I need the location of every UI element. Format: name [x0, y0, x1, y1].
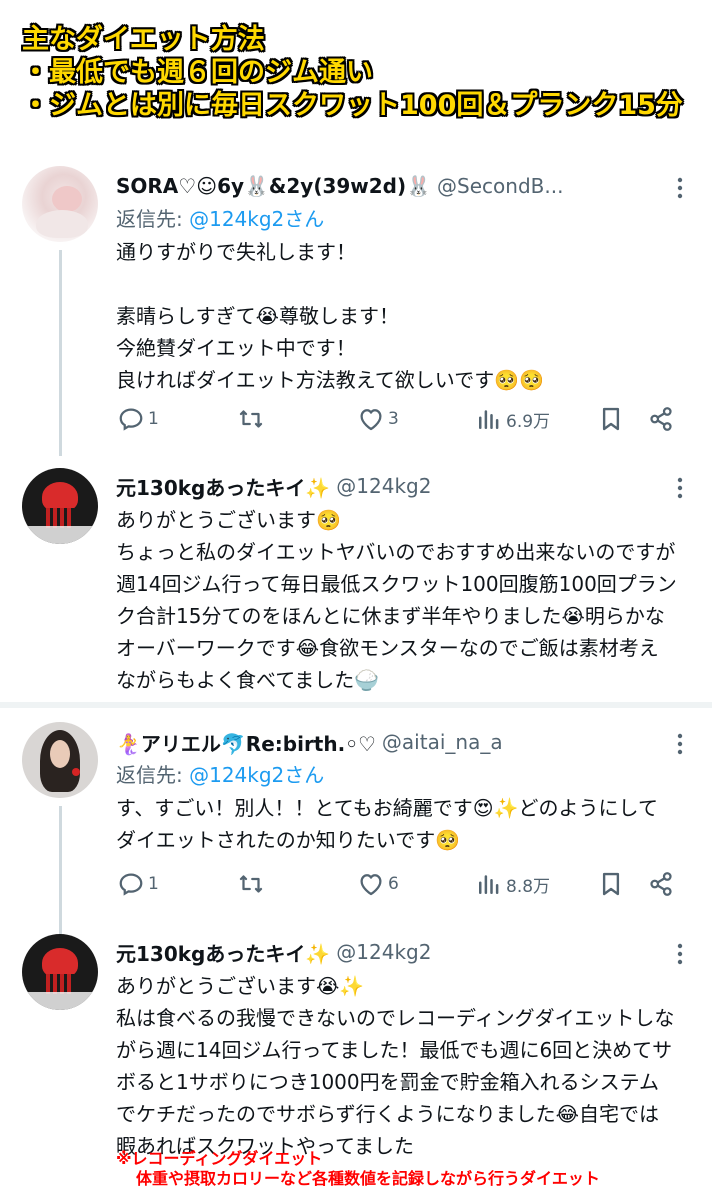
banner-bullet-2: ・ジムとは別に毎日スクワット100回＆プランク15分 [22, 90, 683, 121]
avatar[interactable] [22, 934, 98, 1010]
tweet-3[interactable]: 🧜‍♀️アリエル🐬Re:birth.◦♡ @aitai_na_a 返信先: @1… [0, 722, 712, 934]
avatar[interactable] [22, 722, 98, 798]
header-banner: 主なダイエット方法 ・最低でも週６回のジム通い ・ジムとは別に毎日スクワット10… [0, 0, 712, 140]
view-count: 6.9万 [506, 411, 551, 432]
tweet-4[interactable]: 元130kgあったキイ✨ @124kg2 ありがとうございます😭✨ 私は食べるの… [0, 932, 712, 1158]
footnote-title: ※レコーディングダイエット [116, 1149, 323, 1168]
share-icon [650, 872, 672, 896]
reply-icon [119, 408, 143, 431]
like-count: 6 [388, 874, 399, 894]
view-count: 8.8万 [506, 876, 551, 897]
heart-icon [360, 874, 382, 896]
retweet-icon [239, 875, 263, 893]
tweet-text: ありがとうございます🥺 ちょっと私のダイエットヤバいのでおすすめ出来ないのですが… [116, 508, 677, 692]
like-count: 3 [388, 409, 399, 429]
more-options-icon[interactable] [670, 942, 690, 966]
analytics-icon [479, 410, 499, 429]
tweet-text: ありがとうございます😭✨ 私は食べるの我慢できないのでレコーディングダイエットし… [116, 974, 675, 1158]
display-name[interactable]: SORA♡☺6y🐰&2y(39w2d)🐰 [116, 174, 431, 198]
more-options-icon[interactable] [670, 476, 690, 500]
tweet-actions: 1 3 6.9万 [116, 399, 690, 439]
display-name[interactable]: 🧜‍♀️アリエル🐬Re:birth.◦♡ [116, 728, 376, 757]
bookmark-button[interactable] [596, 399, 626, 439]
retweet-button[interactable] [236, 399, 268, 439]
bookmark-button[interactable] [596, 864, 626, 904]
reply-prefix: 返信先: [116, 763, 190, 787]
share-button[interactable] [646, 399, 676, 439]
retweet-button[interactable] [236, 864, 268, 904]
tweet-text: 通りすがりで失礼します！ 素晴らしすぎて😭尊敬します！ 今絶賛ダイエット中です！… [116, 240, 545, 392]
reply-button[interactable]: 1 [116, 864, 159, 904]
avatar[interactable] [22, 468, 98, 544]
divider [0, 702, 712, 708]
user-handle[interactable]: @SecondB... [437, 174, 563, 198]
tweet-1[interactable]: SORA♡☺6y🐰&2y(39w2d)🐰 @SecondB... 返信先: @1… [0, 166, 712, 456]
like-button[interactable]: 6 [356, 864, 399, 904]
heart-icon [360, 409, 382, 431]
views-button[interactable]: 6.9万 [474, 399, 550, 439]
tweet-actions: 1 6 8.8万 [116, 864, 690, 904]
views-button[interactable]: 8.8万 [474, 864, 550, 904]
like-button[interactable]: 3 [356, 399, 399, 439]
reply-count: 1 [148, 874, 159, 894]
thread-line [59, 250, 62, 456]
share-icon [650, 407, 672, 431]
user-handle[interactable]: @124kg2 [336, 940, 431, 964]
thread-line [59, 806, 62, 934]
display-name[interactable]: 元130kgあったキイ✨ [116, 472, 330, 501]
more-options-icon[interactable] [670, 732, 690, 756]
tweet-2[interactable]: 元130kgあったキイ✨ @124kg2 ありがとうございます🥺 ちょっと私のダ… [0, 466, 712, 698]
analytics-icon [479, 875, 499, 894]
tweet-text: す、すごい！別人！！とてもお綺麗です😍✨どのようにして ダイエットされたのか知り… [116, 796, 658, 852]
reply-icon [119, 873, 143, 896]
user-handle[interactable]: @124kg2 [336, 474, 431, 498]
user-handle[interactable]: @aitai_na_a [382, 730, 503, 754]
share-button[interactable] [646, 864, 676, 904]
retweet-icon [239, 410, 263, 428]
banner-title: 主なダイエット方法 [22, 24, 265, 55]
avatar[interactable] [22, 166, 98, 242]
reply-prefix: 返信先: [116, 207, 190, 231]
display-name[interactable]: 元130kgあったキイ✨ [116, 938, 330, 967]
reply-count: 1 [148, 409, 159, 429]
banner-bullet-1: ・最低でも週６回のジム通い [22, 57, 373, 88]
reply-to: 返信先: @124kg2さん [116, 758, 690, 792]
reply-button[interactable]: 1 [116, 399, 159, 439]
more-options-icon[interactable] [670, 176, 690, 200]
reply-mention-link[interactable]: @124kg2さん [189, 207, 324, 231]
bookmark-icon [602, 407, 620, 431]
reply-to: 返信先: @124kg2さん [116, 202, 690, 236]
bookmark-icon [602, 872, 620, 896]
reply-mention-link[interactable]: @124kg2さん [189, 763, 324, 787]
footnote-description: 体重や摂取カロリーなど各種数値を記録しながら行うダイエット [136, 1169, 600, 1188]
